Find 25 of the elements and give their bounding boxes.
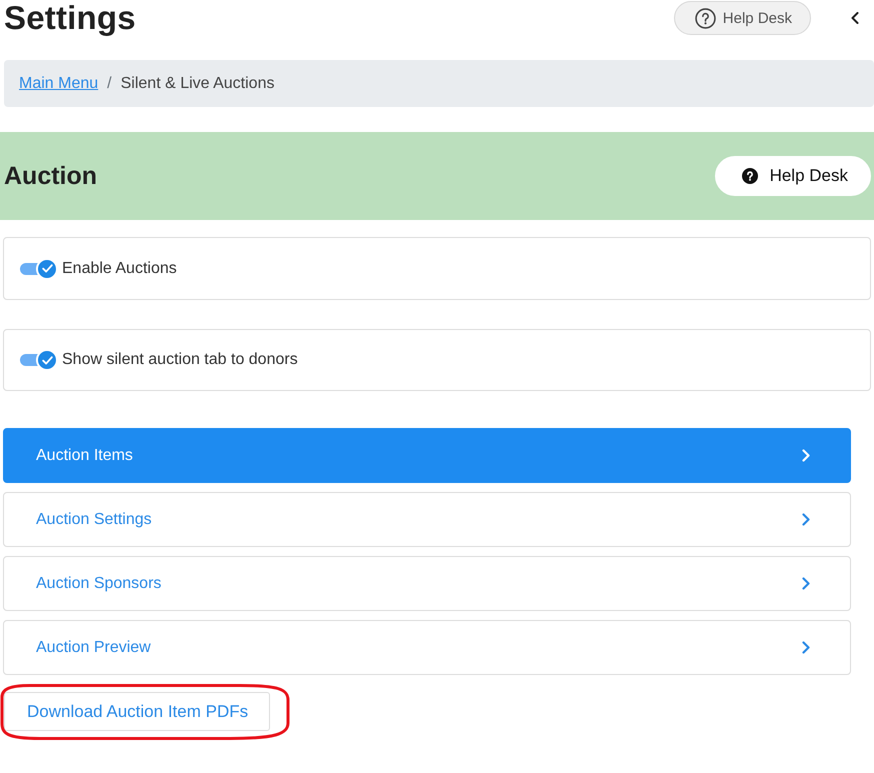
toggle-label: Show silent auction tab to donors: [62, 351, 298, 369]
menu-item[interactable]: Auction Sponsors: [3, 556, 851, 611]
toggle-switch[interactable]: [20, 349, 58, 371]
help-desk-button[interactable]: Help Desk: [714, 156, 871, 196]
section-title: Auction: [4, 162, 98, 190]
breadcrumb-link[interactable]: Main Menu: [19, 74, 98, 92]
breadcrumb-current: Silent & Live Auctions: [120, 74, 274, 92]
chevron-right-icon: [802, 449, 810, 462]
toggle-label: Enable Auctions: [62, 260, 177, 278]
download-button[interactable]: Download Auction Item PDFs: [4, 692, 270, 731]
chevron-right-icon: [802, 641, 810, 654]
help-desk-button[interactable]: Help Desk: [674, 1, 811, 35]
chevron-right-icon: [802, 513, 810, 526]
chevron-left-icon[interactable]: [851, 12, 859, 24]
help-icon: [742, 168, 758, 184]
check-icon: [42, 356, 52, 364]
menu-item[interactable]: Auction Preview: [3, 620, 851, 675]
chevron-right-icon: [802, 577, 810, 590]
check-icon: [42, 264, 52, 273]
breadcrumb-separator: /: [107, 74, 112, 92]
menu-item[interactable]: Auction Items: [3, 428, 851, 483]
toggle-switch[interactable]: [20, 258, 58, 280]
page-title: Settings: [4, 0, 136, 36]
help-icon: [694, 8, 716, 28]
menu-item[interactable]: Auction Settings: [3, 492, 851, 547]
